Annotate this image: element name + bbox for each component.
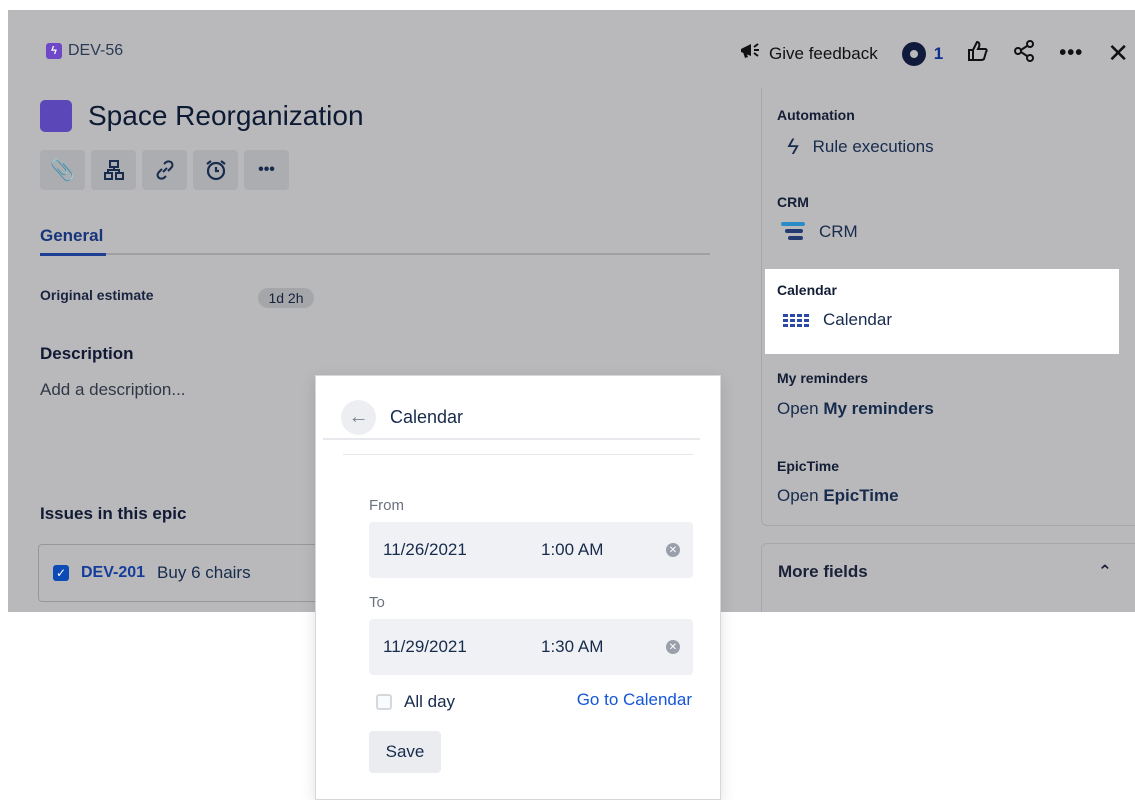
thumbs-up-icon[interactable] (967, 40, 989, 67)
popup-title: Calendar (390, 406, 464, 427)
automation-label: Automation (777, 107, 855, 123)
description-field[interactable]: Add a description... (40, 380, 186, 400)
my-reminders-label: My reminders (777, 370, 869, 386)
open-reminders-strong: My reminders (823, 399, 934, 418)
more-actions-icon[interactable]: ••• (1059, 42, 1083, 65)
to-label: To (369, 594, 385, 611)
paperclip-icon: 📎 (50, 159, 75, 182)
epic-type-icon: ϟ (46, 43, 62, 59)
back-button[interactable]: ← (341, 399, 376, 435)
issue-title-row: Space Reorganization (40, 100, 364, 132)
popup-header: ← Calendar (323, 396, 700, 440)
chevron-up-icon: ⌃ (1097, 562, 1112, 581)
alarm-clock-icon (205, 160, 226, 181)
calendar-item-label: Calendar (823, 310, 892, 329)
from-datetime-field[interactable]: 11/26/2021 1:00 AM ✕ (369, 522, 693, 578)
all-day-option[interactable]: All day (376, 692, 455, 712)
reminder-button[interactable] (193, 150, 238, 190)
share-icon[interactable] (1013, 40, 1035, 67)
description-heading: Description (40, 344, 134, 363)
open-epictime-link[interactable]: Open EpicTime (777, 486, 899, 506)
crm-section-label: CRM (777, 194, 809, 210)
rule-executions-label: Rule executions (812, 137, 934, 156)
calendar-grid-icon (783, 313, 809, 327)
to-date-value[interactable]: 11/29/2021 (383, 637, 541, 657)
issue-toolbar: 📎 ••• (40, 150, 289, 190)
issue-breadcrumb[interactable]: ϟ DEV-56 (46, 42, 123, 60)
arrow-left-icon: ← (348, 405, 369, 428)
tab-general-active-indicator (40, 253, 106, 256)
calendar-section-label: Calendar (777, 282, 837, 298)
epic-issues-heading: Issues in this epic (40, 504, 187, 523)
clear-from-icon[interactable]: ✕ (666, 543, 680, 557)
crm-item-label: CRM (819, 222, 858, 241)
calendar-link[interactable]: Calendar (783, 310, 892, 330)
give-feedback-label: Give feedback (769, 43, 878, 63)
open-epictime-prefix: Open (777, 486, 824, 505)
more-fields-toggle[interactable]: More fields ⌃ (761, 543, 1135, 612)
eye-icon (901, 41, 926, 66)
rule-executions-link[interactable]: ϟ Rule executions (787, 134, 934, 160)
give-feedback-button[interactable]: Give feedback (739, 41, 878, 66)
more-tools-button[interactable]: ••• (244, 150, 289, 190)
all-day-checkbox[interactable] (376, 694, 392, 710)
child-issue-button[interactable] (91, 150, 136, 190)
watch-button[interactable]: 1 (901, 41, 944, 66)
epictime-label: EpicTime (777, 458, 839, 474)
from-time-value[interactable]: 1:00 AM (541, 540, 666, 560)
issue-title[interactable]: Space Reorganization (88, 100, 364, 132)
tab-divider (40, 253, 710, 255)
popup-divider (343, 454, 693, 455)
from-label: From (369, 497, 404, 514)
original-estimate-label: Original estimate (40, 287, 154, 303)
more-fields-label: More fields (778, 562, 868, 581)
to-time-value[interactable]: 1:30 AM (541, 637, 666, 657)
save-button[interactable]: Save (369, 731, 441, 773)
hierarchy-icon (103, 160, 124, 180)
clear-to-icon[interactable]: ✕ (666, 640, 680, 654)
issue-key-label: DEV-56 (68, 42, 124, 59)
issue-actions-bar: Give feedback 1 ••• ✕ (739, 38, 1129, 69)
all-day-label: All day (404, 692, 456, 711)
link-icon (156, 160, 173, 180)
close-icon[interactable]: ✕ (1107, 38, 1129, 69)
calendar-popup: ← Calendar From 11/26/2021 1:00 AM ✕ To … (315, 375, 721, 800)
child-issue-summary[interactable]: Buy 6 chairs (157, 563, 251, 583)
link-issue-button[interactable] (142, 150, 187, 190)
open-epictime-strong: EpicTime (823, 486, 899, 505)
open-my-reminders-link[interactable]: Open My reminders (777, 399, 934, 419)
go-to-calendar-link[interactable]: Go to Calendar (577, 690, 692, 710)
task-checkbox-icon: ✓ (53, 565, 69, 581)
attach-button[interactable]: 📎 (40, 150, 85, 190)
to-datetime-field[interactable]: 11/29/2021 1:30 AM ✕ (369, 619, 693, 675)
original-estimate-badge[interactable]: 1d 2h (258, 288, 314, 308)
tab-general[interactable]: General (40, 226, 103, 246)
child-issue-row[interactable]: ✓ DEV-201 Buy 6 chairs (38, 544, 328, 602)
epic-color-icon (40, 100, 72, 132)
child-issue-key[interactable]: DEV-201 (81, 564, 145, 582)
megaphone-icon (739, 41, 761, 66)
from-date-value[interactable]: 11/26/2021 (383, 540, 541, 560)
open-reminders-prefix: Open (777, 399, 824, 418)
watch-count: 1 (933, 43, 944, 63)
crm-link[interactable]: CRM (781, 222, 858, 242)
crm-icon (781, 222, 805, 242)
lightning-icon: ϟ (787, 134, 799, 159)
